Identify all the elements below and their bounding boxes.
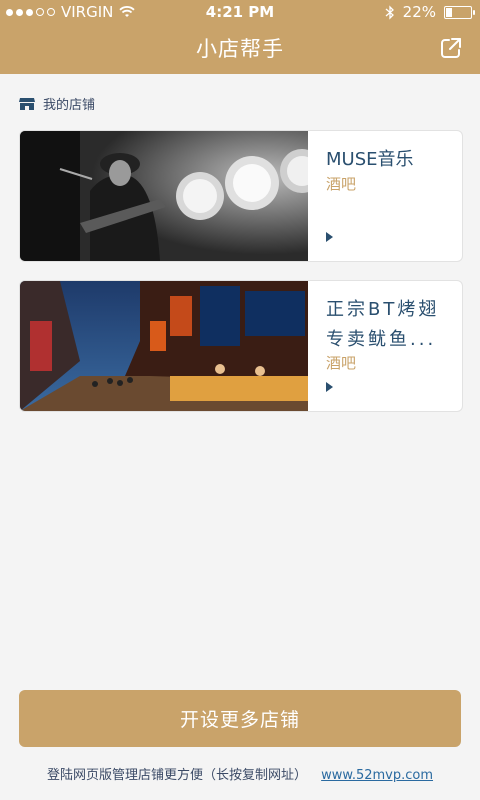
footer-text: 登陆网页版管理店铺更方便（长按复制网址） xyxy=(46,768,307,783)
bluetooth-icon xyxy=(385,4,394,20)
shop-photo xyxy=(20,131,308,261)
status-bar: VIRGIN 4:21 PM 22% xyxy=(0,0,480,24)
my-shops-heading: 我的店铺 xyxy=(19,94,95,113)
shop-type: 酒吧 xyxy=(326,354,357,372)
battery-percent: 22% xyxy=(402,3,436,21)
open-more-shops-button[interactable]: 开设更多店铺 xyxy=(19,690,461,747)
shop-photo xyxy=(20,281,308,411)
store-icon xyxy=(19,97,35,110)
shop-card[interactable]: 正宗BT烤翅专卖鱿鱼... 酒吧 xyxy=(19,280,463,412)
website-link[interactable]: www.52mvp.com xyxy=(321,768,433,783)
footer-note: 登陆网页版管理店铺更方便（长按复制网址） www.52mvp.com xyxy=(0,764,480,783)
app-header: VIRGIN 4:21 PM 22% 小店帮手 xyxy=(0,0,480,74)
play-arrow-icon xyxy=(326,232,333,242)
page-title: 小店帮手 xyxy=(196,37,284,61)
battery-fill xyxy=(446,7,452,17)
battery-icon xyxy=(444,5,475,19)
section-label: 我的店铺 xyxy=(43,98,96,113)
play-arrow-icon xyxy=(326,382,333,392)
status-right: 22% xyxy=(385,3,475,21)
shop-name: 正宗BT烤翅专卖鱿鱼... xyxy=(326,299,440,350)
shop-card[interactable]: MUSE音乐 酒吧 xyxy=(19,130,463,262)
shop-type: 酒吧 xyxy=(326,175,357,193)
shop-name: MUSE音乐 xyxy=(326,149,414,170)
external-link-icon[interactable] xyxy=(440,37,462,59)
